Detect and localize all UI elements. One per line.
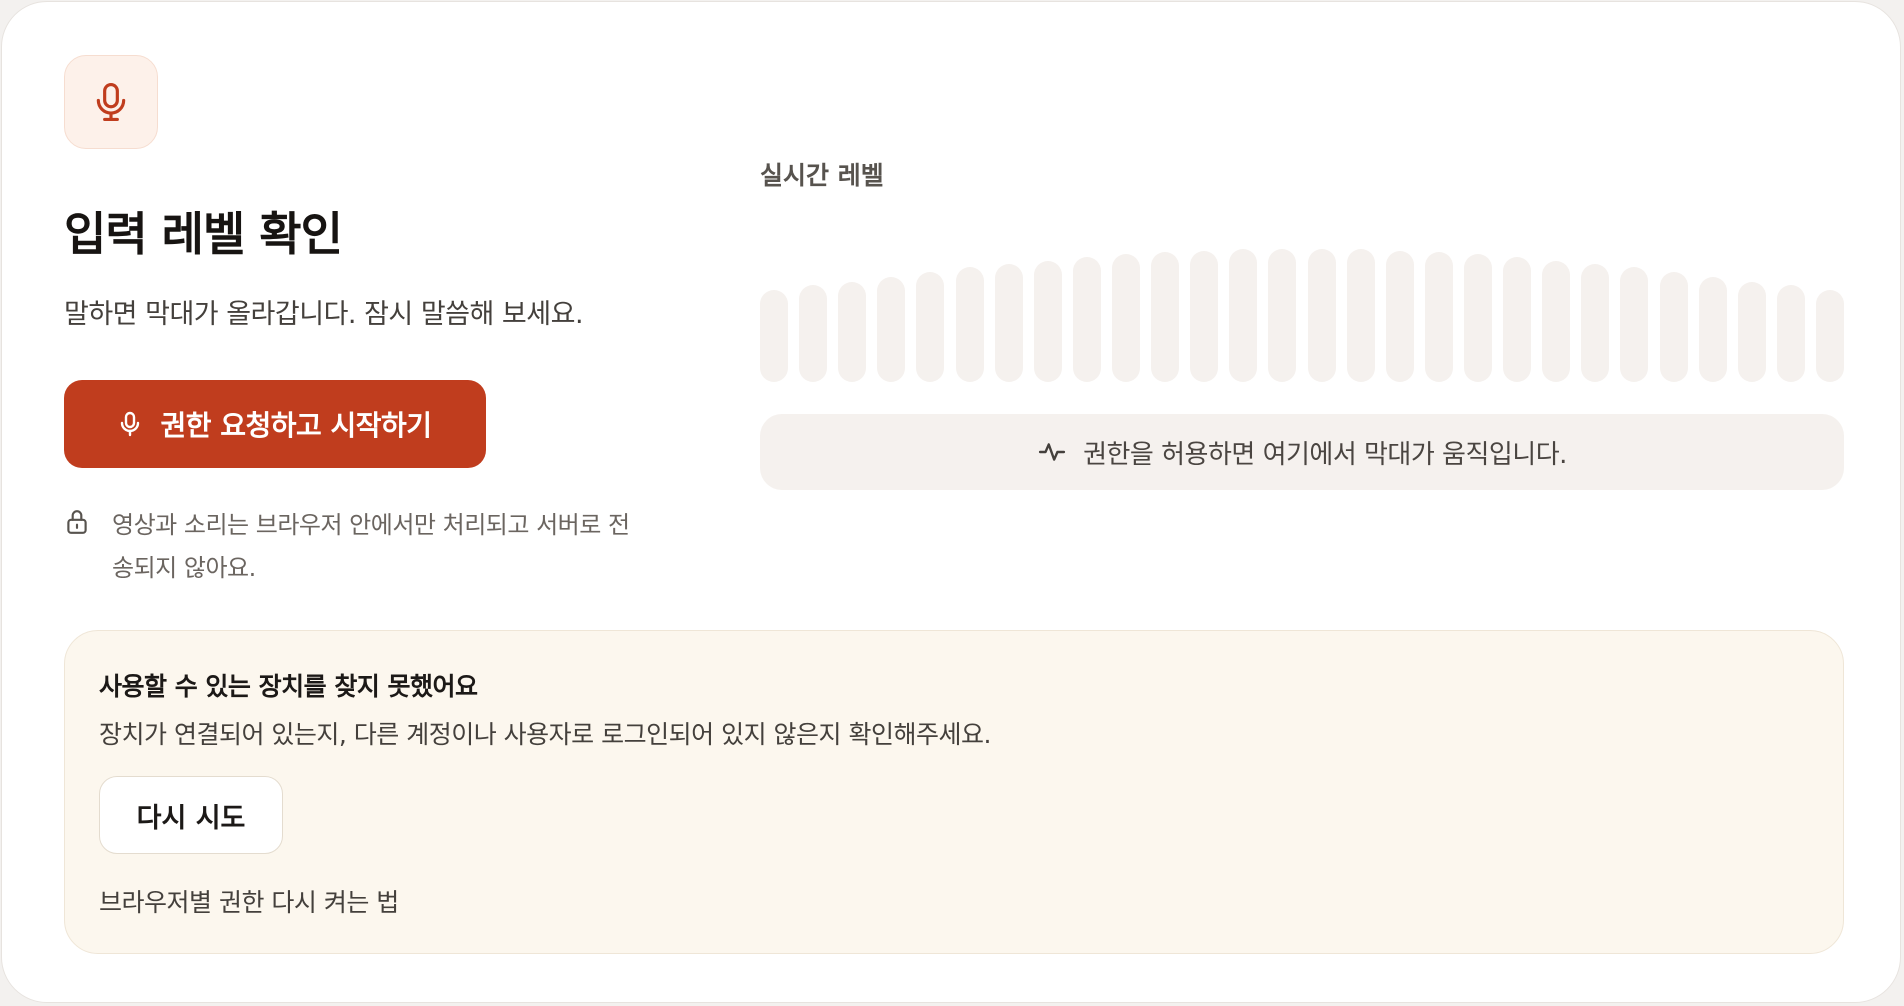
level-bar <box>1307 249 1336 382</box>
page-title: 입력 레벨 확인 <box>64 207 343 261</box>
warning-message: 장치가 연결되어 있는지, 다른 계정이나 사용자로 로그인되어 있지 않은지 … <box>99 720 991 749</box>
request-permission-label: 권한 요청하고 시작하기 <box>160 409 432 442</box>
level-bar <box>1229 249 1258 382</box>
level-bar <box>1033 260 1062 382</box>
browser-permission-help-link[interactable]: 브라우저별 권한 다시 켜는 법 <box>99 883 399 919</box>
level-bar <box>1151 252 1180 382</box>
level-bar <box>1464 254 1492 382</box>
retry-button[interactable]: 다시 시도 <box>99 776 283 854</box>
level-bar <box>955 267 984 382</box>
level-bar <box>760 290 788 382</box>
level-bar <box>1581 263 1610 382</box>
device-warning: 사용할 수 있는 장치를 찾지 못했어요 장치가 연결되어 있는지, 다른 계정… <box>64 630 1844 954</box>
warning-title: 사용할 수 있는 장치를 찾지 못했어요 <box>99 672 478 701</box>
level-bar <box>916 272 945 382</box>
page-subtitle: 말하면 막대가 올라갑니다. 잠시 말씀해 보세요. <box>64 299 584 330</box>
level-bar <box>877 277 906 382</box>
level-bar <box>1072 257 1101 382</box>
level-bar <box>1424 252 1453 382</box>
level-bar <box>1620 267 1649 382</box>
request-permission-button[interactable]: 권한 요청하고 시작하기 <box>64 380 486 468</box>
meter-status: 권한을 허용하면 여기에서 막대가 움직입니다. <box>760 414 1844 490</box>
level-bar <box>838 281 867 382</box>
microphone-icon <box>121 411 140 437</box>
level-bar <box>1659 272 1688 382</box>
level-bar <box>1503 257 1532 382</box>
privacy-text: 영상과 소리는 브라우저 안에서만 처리되고 서버로 전송되지 않아요. <box>112 511 630 582</box>
level-bar <box>1816 290 1844 382</box>
level-bar <box>1776 285 1805 382</box>
level-bar <box>1542 260 1571 382</box>
meter-status-text: 권한을 허용하면 여기에서 막대가 움직입니다. <box>1083 439 1567 470</box>
mic-check-card: 입력 레벨 확인 말하면 막대가 올라갑니다. 잠시 말씀해 보세요. 권한 요… <box>1 1 1901 1003</box>
privacy-notice: 영상과 소리는 브라우저 안에서만 처리되고 서버로 전송되지 않아요. <box>64 504 644 590</box>
microphone-icon <box>96 83 126 121</box>
level-label: 실시간 레벨 <box>760 161 884 190</box>
lock-icon <box>64 504 92 590</box>
level-bar <box>1385 250 1414 382</box>
level-bar <box>1112 254 1140 382</box>
level-bar <box>1268 249 1297 382</box>
level-bar <box>1346 249 1375 382</box>
level-bar <box>1190 250 1219 382</box>
activity-icon <box>1038 443 1066 461</box>
mic-icon-tile <box>64 55 158 149</box>
level-bar <box>1737 281 1766 382</box>
level-bar <box>799 285 828 382</box>
level-bar <box>1698 277 1727 382</box>
level-bar <box>994 263 1023 382</box>
level-meter <box>760 218 1844 382</box>
